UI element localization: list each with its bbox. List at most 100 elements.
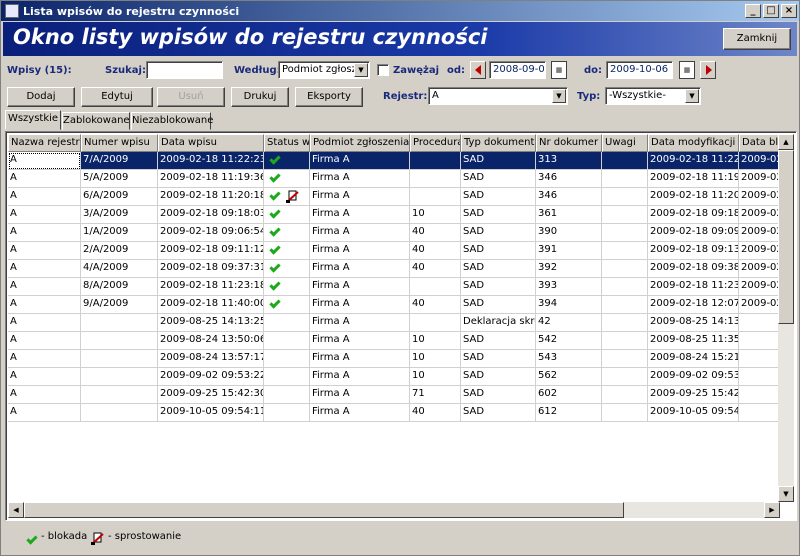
calendar-icon[interactable]: ▦	[679, 61, 695, 79]
entries-table[interactable]: Nazwa rejestru Numer wpisu Data wpisu Statu…	[5, 131, 797, 521]
table-row[interactable]: A 7/A/2009 2009-02-18 11:22:23 Firma A SAD 31…	[8, 152, 779, 170]
table-cell: A	[8, 296, 81, 314]
date-prev-button[interactable]	[470, 61, 486, 79]
column-header[interactable]: Nazwa rejestru	[8, 134, 81, 152]
table-cell: 2009-02-18 09:09:0	[648, 224, 739, 242]
table-cell	[602, 314, 648, 332]
table-cell: 2009-02-18 11:40:00	[158, 296, 264, 314]
checkmark-icon	[269, 297, 281, 309]
table-cell	[410, 314, 461, 332]
column-header[interactable]: Numer wpisu	[81, 134, 158, 152]
scroll-left-button[interactable]: ◀	[8, 502, 24, 518]
table-row[interactable]: A 4/A/2009 2009-02-18 09:37:31 Firma A 40 SAD…	[8, 260, 779, 278]
column-header[interactable]: Status wp	[264, 134, 310, 152]
table-cell: Firma A	[310, 332, 410, 350]
register-select[interactable]: A ▼	[428, 87, 568, 105]
date-from-input[interactable]: 2008-09-06	[489, 61, 546, 79]
scroll-down-button[interactable]: ▼	[778, 486, 794, 502]
maximize-button[interactable]: □	[763, 4, 779, 18]
column-header[interactable]: Data blo	[739, 134, 779, 152]
scroll-right-button[interactable]: ▶	[764, 502, 780, 518]
table-cell	[739, 350, 779, 368]
vertical-scrollbar[interactable]: ▲ ▼	[778, 134, 794, 502]
table-row[interactable]: A 8/A/2009 2009-02-18 11:23:18 Firma A SAD 39…	[8, 278, 779, 296]
table-cell	[602, 368, 648, 386]
table-cell: 2009-09-25 15:42:3	[648, 386, 739, 404]
column-header[interactable]: Nr dokumer	[536, 134, 602, 152]
window-title: Lista wpisów do rejestru czynności	[23, 4, 240, 18]
table-cell: 7/A/2009	[81, 152, 158, 170]
table-cell	[602, 350, 648, 368]
table-row[interactable]: A 3/A/2009 2009-02-18 09:18:03 Firma A 10 SAD…	[8, 206, 779, 224]
table-row[interactable]: A 2009-09-25 15:42:30 Firma A 71 SAD 602 2009-…	[8, 386, 779, 404]
edit-button[interactable]: Edytuj	[81, 87, 153, 107]
table-row[interactable]: A 1/A/2009 2009-02-18 09:06:54 Firma A 40 SAD…	[8, 224, 779, 242]
date-to-input[interactable]: 2009-10-06	[606, 61, 673, 79]
column-header[interactable]: Data modyfikacji	[648, 134, 739, 152]
column-header[interactable]: Data wpisu	[158, 134, 264, 152]
table-row[interactable]: A 2009-10-05 09:54:11 Firma A 40 SAD 612 2009-…	[8, 404, 779, 422]
scroll-thumb[interactable]	[778, 150, 794, 324]
table-cell: 10	[410, 350, 461, 368]
minimize-button[interactable]: _	[745, 4, 761, 18]
table-cell: 542	[536, 332, 602, 350]
table-row[interactable]: A 2009-08-24 13:50:06 Firma A 10 SAD 542 2009-…	[8, 332, 779, 350]
table-cell: 2009-02-18 09:18:3	[648, 206, 739, 224]
close-window-button[interactable]: ×	[781, 4, 797, 18]
table-cell: 562	[536, 368, 602, 386]
column-header[interactable]: Uwagi	[602, 134, 648, 152]
table-cell	[602, 332, 648, 350]
horizontal-scrollbar[interactable]: ◀ ▶	[8, 502, 780, 518]
calendar-icon[interactable]: ▦	[551, 61, 567, 79]
table-cell: SAD	[461, 296, 536, 314]
table-cell	[602, 278, 648, 296]
table-cell: 2009-02	[739, 206, 779, 224]
table-cell: 2009-09-02 09:53:22	[158, 368, 264, 386]
table-cell	[264, 206, 310, 224]
add-button[interactable]: Dodaj	[7, 87, 75, 107]
table-cell: 346	[536, 170, 602, 188]
table-row[interactable]: A 2009-08-24 13:57:17 Firma A 10 SAD 543 2009-…	[8, 350, 779, 368]
narrow-checkbox[interactable]	[377, 64, 389, 76]
tab-locked[interactable]: Zablokowane	[62, 112, 130, 130]
export-button[interactable]: Eksporty	[295, 87, 363, 107]
table-cell: 40	[410, 242, 461, 260]
table-row[interactable]: A 2009-08-25 14:13:25 Firma A Deklaracja sk…	[8, 314, 779, 332]
table-row[interactable]: A 2/A/2009 2009-02-18 09:11:12 Firma A 40 SAD…	[8, 242, 779, 260]
table-cell: A	[8, 260, 81, 278]
table-cell: 390	[536, 224, 602, 242]
table-cell: A	[8, 224, 81, 242]
table-cell: 2009-08-24 15:21:3	[648, 350, 739, 368]
checkmark-icon	[269, 171, 281, 183]
scroll-up-button[interactable]: ▲	[778, 134, 794, 150]
chevron-down-icon[interactable]: ▼	[552, 89, 566, 103]
delete-button[interactable]: Usuń	[157, 87, 225, 107]
table-cell: 2009-02	[739, 296, 779, 314]
table-cell: 2009-02	[739, 170, 779, 188]
table-cell	[81, 314, 158, 332]
search-input[interactable]	[146, 61, 223, 79]
table-cell: Firma A	[310, 386, 410, 404]
table-row[interactable]: A 6/A/2009 2009-02-18 11:20:18 Firma A SAD 34…	[8, 188, 779, 206]
table-row[interactable]: A 2009-09-02 09:53:22 Firma A 10 SAD 562 2009-…	[8, 368, 779, 386]
arrow-left-icon	[475, 65, 481, 75]
table-cell	[602, 188, 648, 206]
close-button[interactable]: Zamknij	[723, 28, 791, 50]
tab-all[interactable]: Wszystkie	[5, 110, 61, 130]
hscroll-thumb[interactable]	[24, 502, 624, 518]
table-cell: 2009-02-18 11:20:1	[648, 188, 739, 206]
search-by-select[interactable]: Podmiot zgłosz. ▼	[278, 61, 370, 79]
table-cell: SAD	[461, 350, 536, 368]
print-button[interactable]: Drukuj	[231, 87, 289, 107]
column-header[interactable]: Podmiot zgłoszenia	[310, 134, 410, 152]
chevron-down-icon[interactable]: ▼	[685, 89, 699, 103]
table-cell: 2009-09-02 09:53:2	[648, 368, 739, 386]
table-row[interactable]: A 9/A/2009 2009-02-18 11:40:00 Firma A 40 SAD…	[8, 296, 779, 314]
column-header[interactable]: Procedura	[410, 134, 461, 152]
tab-unlocked[interactable]: Niezablokowane	[131, 112, 213, 130]
chevron-down-icon[interactable]: ▼	[354, 63, 368, 77]
date-next-button[interactable]	[700, 61, 716, 79]
type-select[interactable]: -Wszystkie- ▼	[605, 87, 701, 105]
column-header[interactable]: Typ dokumentu	[461, 134, 536, 152]
table-row[interactable]: A 5/A/2009 2009-02-18 11:19:36 Firma A SAD 34…	[8, 170, 779, 188]
